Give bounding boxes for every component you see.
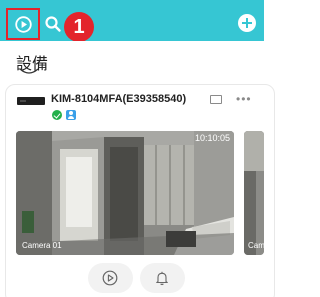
tab-underline-icon (19, 68, 39, 74)
highlight-box (6, 8, 40, 40)
device-name[interactable]: KIM-8104MFA(E39358540) (51, 93, 186, 105)
playback-button[interactable] (88, 263, 133, 293)
display-icon[interactable] (210, 95, 222, 104)
nvr-device-icon (17, 97, 45, 105)
camera-feed-image (16, 131, 234, 255)
more-options-icon[interactable]: ••• (236, 92, 252, 106)
camera-timestamp: 10:10:05 (194, 133, 230, 143)
step-badge: 1 (64, 12, 94, 42)
notification-button[interactable] (140, 263, 185, 293)
play-icon (102, 270, 118, 286)
user-share-icon (66, 110, 76, 120)
camera-tile[interactable]: 10:10:05 Camera 01 (16, 131, 234, 255)
online-status-icon (52, 110, 62, 120)
camera-feed-image (244, 131, 264, 255)
camera-tile[interactable]: Camera 02 (244, 131, 264, 255)
add-icon[interactable] (238, 14, 256, 32)
search-icon[interactable] (44, 15, 62, 33)
camera-label: Camera 01 (22, 241, 62, 250)
bell-icon (156, 271, 168, 286)
camera-label: Camera 02 (248, 241, 264, 250)
